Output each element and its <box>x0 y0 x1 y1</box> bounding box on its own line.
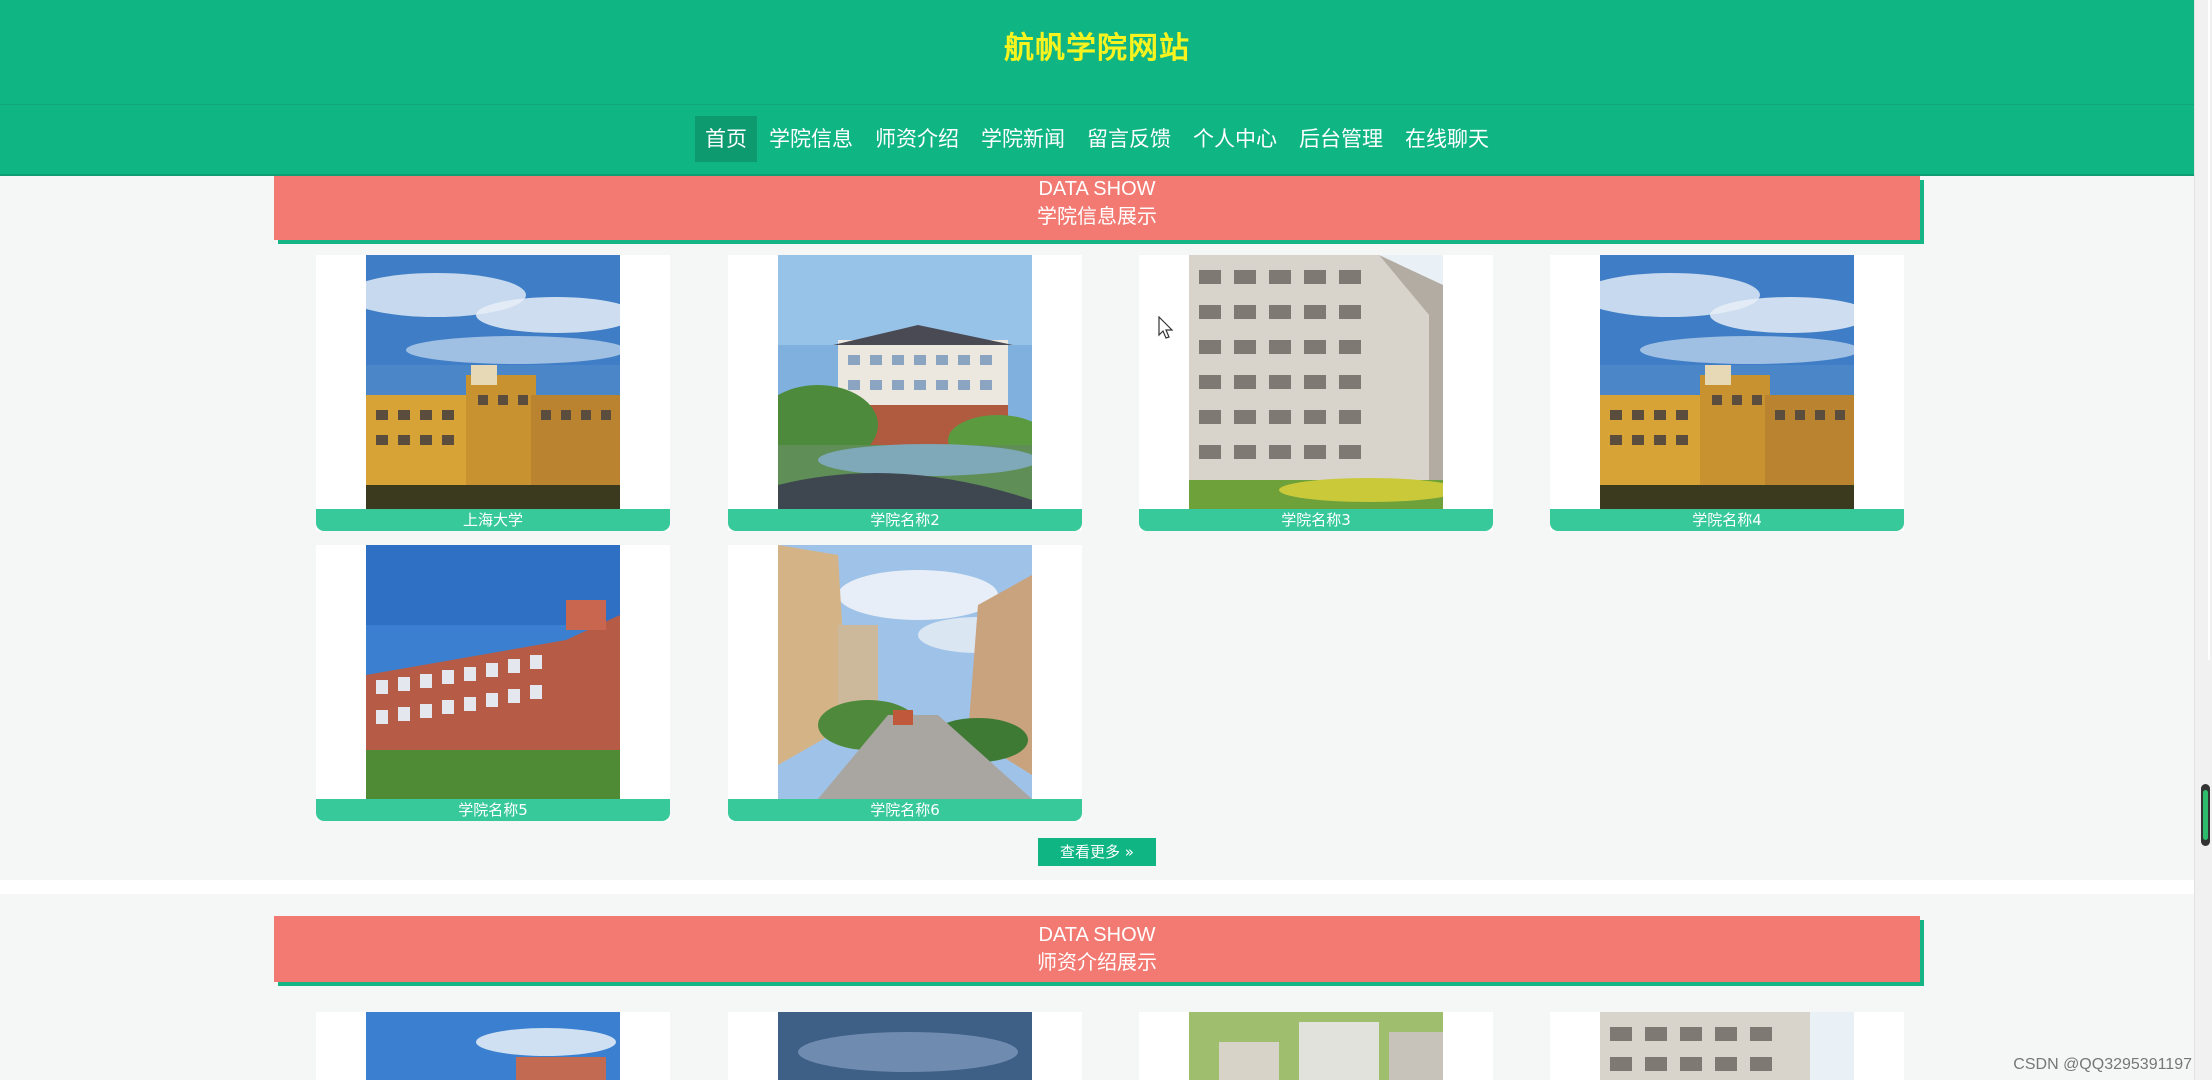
college-photo[interactable] <box>1600 255 1854 509</box>
college-card[interactable]: 学院名称5 <box>316 545 670 821</box>
scrollbar-track[interactable] <box>2201 0 2210 660</box>
banner-en-label: DATA SHOW <box>1038 178 1156 200</box>
nav-item-profile[interactable]: 个人中心 <box>1183 116 1287 162</box>
banner-cn-label: 师资介绍展示 <box>1037 950 1157 974</box>
college-photo[interactable] <box>778 255 1032 509</box>
faculty-card[interactable] <box>1550 1012 1904 1080</box>
watermark-text: CSDN @QQ3295391197 <box>2013 1056 2192 1073</box>
college-caption[interactable]: 学院名称6 <box>728 799 1082 821</box>
mouse-cursor-icon <box>1158 316 1174 339</box>
college-photo[interactable] <box>366 545 620 799</box>
nav-item-admin[interactable]: 后台管理 <box>1289 116 1393 162</box>
scrollbar-thumb[interactable] <box>2201 784 2210 846</box>
college-caption[interactable]: 学院名称5 <box>316 799 670 821</box>
faculty-card[interactable] <box>1139 1012 1493 1080</box>
college-photo[interactable] <box>366 255 620 509</box>
college-card[interactable]: 上海大学 <box>316 255 670 531</box>
nav-item-home[interactable]: 首页 <box>695 116 757 162</box>
view-more-button[interactable]: 查看更多 » <box>1038 838 1156 866</box>
college-photo[interactable] <box>778 545 1032 799</box>
college-photo[interactable] <box>1189 255 1443 509</box>
section-banner-faculty: DATA SHOW 师资介绍展示 <box>274 916 1920 982</box>
faculty-photo[interactable] <box>778 1012 1032 1080</box>
site-title: 航帆学院网站 <box>1004 31 1190 66</box>
banner-cn-label: 学院信息展示 <box>1037 204 1157 228</box>
section-banner-college: DATA SHOW 学院信息展示 <box>274 176 1920 240</box>
faculty-photo[interactable] <box>1600 1012 1854 1080</box>
college-caption[interactable]: 学院名称3 <box>1139 509 1493 531</box>
faculty-card[interactable] <box>728 1012 1082 1080</box>
college-caption[interactable]: 上海大学 <box>316 509 670 531</box>
header-divider <box>0 104 2194 105</box>
faculty-photo[interactable] <box>1189 1012 1443 1080</box>
page-scrollbar[interactable] <box>2194 0 2212 1080</box>
nav-item-chat[interactable]: 在线聊天 <box>1395 116 1499 162</box>
college-caption[interactable]: 学院名称4 <box>1550 509 1904 531</box>
section-divider <box>0 880 2194 894</box>
nav-item-news[interactable]: 学院新闻 <box>971 116 1075 162</box>
nav-item-faculty[interactable]: 师资介绍 <box>865 116 969 162</box>
site-header: 航帆学院网站 首页 学院信息 师资介绍 学院新闻 留言反馈 个人中心 后台管理 … <box>0 0 2194 176</box>
nav-item-feedback[interactable]: 留言反馈 <box>1077 116 1181 162</box>
faculty-card[interactable] <box>316 1012 670 1080</box>
banner-en-label: DATA SHOW <box>1038 924 1156 946</box>
college-card[interactable]: 学院名称4 <box>1550 255 1904 531</box>
college-card[interactable]: 学院名称3 <box>1139 255 1493 531</box>
nav-item-college-info[interactable]: 学院信息 <box>759 116 863 162</box>
college-card[interactable]: 学院名称6 <box>728 545 1082 821</box>
college-caption[interactable]: 学院名称2 <box>728 509 1082 531</box>
main-nav: 首页 学院信息 师资介绍 学院新闻 留言反馈 个人中心 后台管理 在线聊天 <box>0 116 2194 162</box>
faculty-photo[interactable] <box>366 1012 620 1080</box>
college-card[interactable]: 学院名称2 <box>728 255 1082 531</box>
